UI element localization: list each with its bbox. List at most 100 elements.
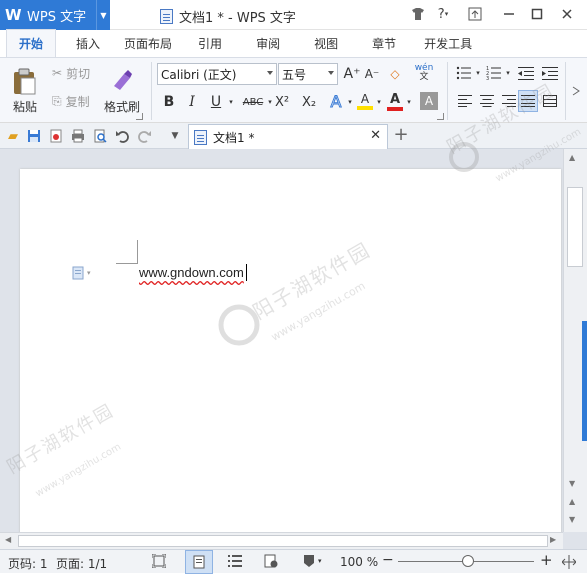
align-left-icon[interactable] bbox=[456, 92, 474, 110]
fullscreen-view-icon[interactable] bbox=[151, 553, 168, 570]
close-icon[interactable] bbox=[554, 3, 580, 25]
ribbon-tabs: 开始 插入 页面布局 引用 审阅 视图 章节 开发工具 bbox=[0, 29, 587, 57]
bullets-dropdown-icon[interactable]: ▾ bbox=[474, 66, 482, 80]
redo-icon[interactable] bbox=[136, 127, 154, 145]
skin-icon[interactable] bbox=[405, 3, 431, 25]
phonetic-button[interactable]: wén 文 bbox=[412, 62, 436, 84]
brush-icon bbox=[114, 69, 132, 90]
tab-references[interactable]: 引用 bbox=[186, 30, 234, 57]
scroll-right-icon[interactable]: ▶ bbox=[550, 535, 556, 544]
bullets-icon[interactable] bbox=[454, 64, 474, 82]
side-panel-tab[interactable] bbox=[582, 321, 587, 441]
highlight-button[interactable]: A bbox=[356, 90, 374, 112]
vertical-scrollbar[interactable]: ▲ ▼ ▲ ▼ bbox=[563, 149, 587, 532]
scroll-left-icon[interactable]: ◀ bbox=[5, 535, 11, 544]
help-icon[interactable]: ? ▾ bbox=[430, 3, 456, 25]
font-size-select[interactable]: 五号 bbox=[278, 63, 338, 85]
status-bar: 页码: 1 页面: 1/1 ▾ 100 % − + bbox=[0, 549, 587, 574]
numbering-dropdown-icon[interactable]: ▾ bbox=[504, 66, 512, 80]
font-color-button[interactable]: A bbox=[386, 90, 404, 112]
text-effect-dropdown-icon[interactable]: ▾ bbox=[346, 94, 354, 110]
document-text[interactable]: www.gndown.com bbox=[139, 265, 244, 280]
clipboard-launcher-icon[interactable] bbox=[136, 113, 143, 120]
shrink-font-button[interactable]: A⁻ bbox=[363, 65, 381, 83]
decrease-indent-icon[interactable] bbox=[516, 64, 536, 82]
tab-chapter[interactable]: 章节 bbox=[360, 30, 408, 57]
document-tab[interactable]: 文档1 * ✕ bbox=[188, 124, 388, 149]
italic-button[interactable]: I bbox=[183, 92, 201, 112]
cut-button[interactable]: ✂ 剪切 bbox=[52, 64, 90, 82]
page-count[interactable]: 页面: 1/1 bbox=[56, 555, 107, 572]
font-color-dropdown-icon[interactable]: ▾ bbox=[405, 94, 413, 110]
page-number: 页码: 1 bbox=[8, 557, 48, 571]
new-tab-icon[interactable]: + bbox=[392, 124, 410, 145]
text-effect-icon: A bbox=[330, 91, 342, 111]
outline-view-icon[interactable] bbox=[228, 554, 242, 571]
zoom-slider-thumb[interactable] bbox=[462, 555, 474, 567]
scroll-down-icon[interactable]: ▼ bbox=[569, 479, 575, 488]
print-icon[interactable] bbox=[69, 127, 87, 145]
text-effect-button[interactable]: A bbox=[327, 91, 345, 111]
ribbon-scroll-right[interactable] bbox=[565, 62, 585, 120]
superscript-button[interactable]: X² bbox=[272, 92, 292, 112]
chevron-down-icon[interactable]: ▼ bbox=[96, 0, 110, 30]
app-menu-button[interactable]: W WPS 文字 ▼ bbox=[0, 0, 110, 30]
char-shading-icon[interactable]: A bbox=[420, 92, 438, 110]
margin-corner-mark bbox=[116, 240, 138, 264]
undo-icon[interactable] bbox=[113, 127, 131, 145]
web-view-icon[interactable] bbox=[264, 554, 278, 571]
paste-button[interactable]: 粘贴 bbox=[8, 62, 42, 120]
font-launcher-icon[interactable] bbox=[437, 113, 444, 120]
export-pdf-icon[interactable] bbox=[47, 127, 65, 145]
next-page-icon[interactable]: ▼ bbox=[569, 515, 575, 524]
tab-view[interactable]: 视图 bbox=[302, 30, 350, 57]
copy-label: 复制 bbox=[65, 94, 90, 109]
customize-toolbar-icon[interactable]: ▼ bbox=[166, 127, 184, 145]
close-tab-icon[interactable]: ✕ bbox=[370, 128, 381, 143]
zoom-in-icon[interactable]: + bbox=[540, 551, 553, 569]
zoom-level[interactable]: 100 % bbox=[340, 555, 378, 569]
save-icon[interactable] bbox=[25, 127, 43, 145]
tab-home[interactable]: 开始 bbox=[6, 29, 57, 57]
bold-button[interactable]: B bbox=[160, 92, 178, 112]
app-name: WPS 文字 bbox=[27, 9, 87, 25]
cut-label: 剪切 bbox=[66, 66, 91, 81]
tab-developer[interactable]: 开发工具 bbox=[412, 30, 484, 57]
underline-button[interactable]: U bbox=[207, 92, 225, 112]
tab-insert[interactable]: 插入 bbox=[64, 30, 112, 57]
separator bbox=[151, 62, 152, 120]
lightbulb-icon bbox=[304, 555, 314, 567]
clear-format-icon[interactable]: ◇ bbox=[386, 65, 404, 83]
scroll-up-icon[interactable]: ▲ bbox=[569, 153, 575, 162]
fullscreen-icon[interactable] bbox=[462, 3, 488, 25]
open-folder-icon[interactable]: ▰ bbox=[4, 127, 22, 145]
horizontal-scrollbar[interactable]: ◀ ▶ bbox=[0, 532, 563, 549]
paragraph-layout-icon bbox=[72, 266, 84, 280]
underline-dropdown-icon[interactable]: ▾ bbox=[226, 94, 236, 110]
tab-page-layout[interactable]: 页面布局 bbox=[112, 30, 184, 57]
grow-font-button[interactable]: A⁺ bbox=[343, 65, 361, 83]
numbering-icon[interactable]: 123 bbox=[484, 64, 504, 82]
reading-mode-button[interactable]: ▾ bbox=[302, 554, 322, 568]
h-scroll-thumb[interactable] bbox=[18, 535, 548, 547]
paragraph-handle[interactable]: ▾ bbox=[72, 266, 91, 280]
maximize-icon[interactable] bbox=[524, 3, 550, 25]
document-page[interactable]: ▾ www.gndown.com bbox=[20, 169, 561, 534]
scroll-thumb[interactable] bbox=[567, 187, 583, 267]
format-painter-button[interactable]: 格式刷 bbox=[102, 62, 142, 120]
zoom-out-icon[interactable]: − bbox=[382, 552, 394, 568]
highlight-dropdown-icon[interactable]: ▾ bbox=[375, 94, 383, 110]
copy-button[interactable]: ⎘ 复制 bbox=[52, 92, 90, 110]
print-preview-icon[interactable] bbox=[91, 127, 109, 145]
scissors-icon: ✂ bbox=[52, 66, 63, 80]
page-view-icon[interactable] bbox=[185, 550, 213, 574]
document-tab-label: 文档1 * bbox=[213, 130, 255, 145]
subscript-button[interactable]: X₂ bbox=[299, 92, 319, 112]
minimize-icon[interactable] bbox=[496, 3, 522, 25]
prev-page-icon[interactable]: ▲ bbox=[569, 497, 575, 506]
fit-width-icon[interactable] bbox=[561, 555, 577, 572]
font-name-select[interactable]: Calibri (正文) bbox=[157, 63, 277, 85]
tab-review[interactable]: 审阅 bbox=[244, 30, 292, 57]
strikethrough-button[interactable]: ABC bbox=[240, 92, 266, 112]
format-painter-label: 格式刷 bbox=[103, 99, 140, 114]
